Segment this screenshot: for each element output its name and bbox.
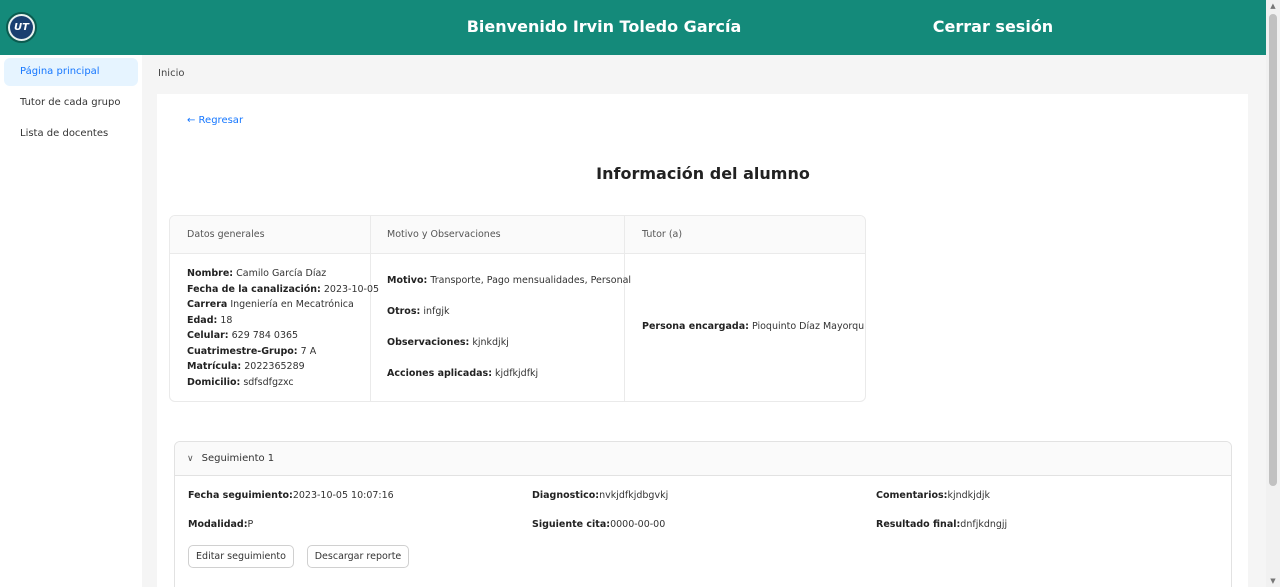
sidebar-item-lista-docentes[interactable]: Lista de docentes <box>4 120 138 148</box>
back-link[interactable]: ← Regresar <box>187 115 243 126</box>
sidebar-item-pagina-principal[interactable]: Página principal <box>4 58 138 86</box>
field-fecha-canalizacion: Fecha de la canalización: 2023-10-05 <box>187 283 380 295</box>
seguimiento-panel: ∨ Seguimiento 1 Fecha seguimiento:2023-10… <box>174 441 1232 587</box>
sidebar-item-tutor-grupo[interactable]: Tutor de cada grupo <box>4 89 138 117</box>
column-header-datos: Datos generales <box>187 229 265 240</box>
student-info-table: Datos generales Motivo y Observaciones T… <box>169 215 866 402</box>
field-resultado-final: Resultado final:dnfjkdngjj <box>876 519 1008 530</box>
field-domicilio: Domicilio: sdfsdfgzxc <box>187 376 294 388</box>
field-nombre: Nombre: Camilo García Díaz <box>187 268 327 279</box>
scroll-thumb[interactable] <box>1269 14 1277 486</box>
logout-link[interactable]: Cerrar sesión <box>920 17 1066 36</box>
field-acciones-aplicadas: Acciones aplicadas: kjdfkjdfkj <box>387 368 539 379</box>
seguimiento-panel-header[interactable]: ∨ Seguimiento 1 <box>175 442 1231 476</box>
general-data-cell: Nombre: Camilo García Díaz Fecha de la c… <box>187 266 379 390</box>
edit-seguimiento-button[interactable]: Editar seguimiento <box>188 545 294 568</box>
field-siguiente-cita: Siguiente cita:0000-00-00 <box>532 519 666 530</box>
top-header: UT Bienvenido Irvin Toledo García Cerrar… <box>0 0 1266 55</box>
field-motivo: Motivo: Transporte, Pago mensualidades, … <box>387 275 632 286</box>
tutor-cell: Persona encargada: Pioquinto Díaz Mayorq… <box>642 319 866 335</box>
scroll-down-icon[interactable]: ▼ <box>1269 577 1277 585</box>
university-logo: UT <box>6 12 37 43</box>
seguimiento-title: Seguimiento 1 <box>201 453 275 464</box>
field-observaciones: Observaciones: kjnkdjkj <box>387 337 509 348</box>
welcome-text: Bienvenido Irvin Toledo García <box>466 17 742 36</box>
field-carrera: Carrera Ingeniería en Mecatrónica <box>187 299 354 310</box>
main-content: ← Regresar Información del alumno Datos … <box>157 94 1248 587</box>
field-persona-encargada: Persona encargada: Pioquinto Díaz Mayorq… <box>642 321 866 332</box>
download-report-button[interactable]: Descargar reporte <box>307 545 409 568</box>
scroll-up-icon[interactable]: ▲ <box>1269 2 1277 10</box>
logo-mark: UT <box>10 16 33 39</box>
motivo-cell: Motivo: Transporte, Pago mensualidades, … <box>387 265 631 389</box>
field-diagnostico: Diagnostico:nvkjdfkjdbgvkj <box>532 490 669 501</box>
field-comentarios: Comentarios:kjndkjdjk <box>876 490 990 501</box>
chevron-down-icon: ∨ <box>187 454 194 464</box>
table-header-row: Datos generales Motivo y Observaciones T… <box>170 216 865 254</box>
field-matricula: Matrícula: 2022365289 <box>187 361 305 372</box>
field-celular: Celular: 629 784 0365 <box>187 330 299 341</box>
column-header-tutor: Tutor (a) <box>642 229 683 240</box>
field-otros: Otros: infgjk <box>387 306 450 317</box>
sidebar: Página principal Tutor de cada grupo Lis… <box>0 55 142 587</box>
field-edad: Edad: 18 <box>187 314 233 326</box>
field-modalidad: Modalidad:P <box>188 519 254 530</box>
field-cuatrimestre-grupo: Cuatrimestre-Grupo: 7 A <box>187 345 317 357</box>
breadcrumb[interactable]: Inicio <box>158 68 184 79</box>
column-header-motivo: Motivo y Observaciones <box>387 229 501 240</box>
field-fecha-seguimiento: Fecha seguimiento:2023-10-05 10:07:16 <box>188 490 394 501</box>
page-scrollbar[interactable]: ▲ ▼ <box>1266 0 1280 587</box>
page-title: Información del alumno <box>596 164 810 183</box>
